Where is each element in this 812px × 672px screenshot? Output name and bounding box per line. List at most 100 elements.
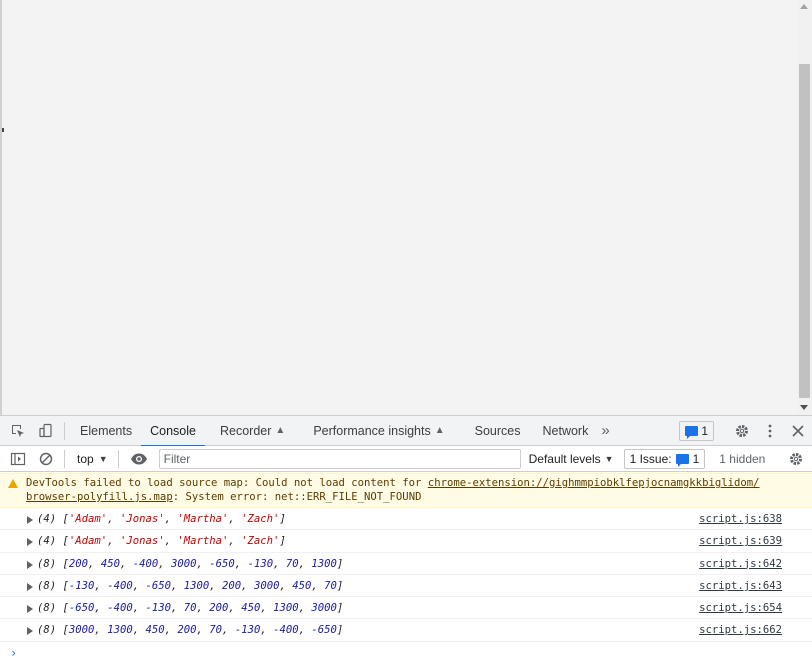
- console-log-row[interactable]: (8) [200, 450, -400, 3000, -650, -130, 7…: [0, 553, 812, 575]
- sidebar-toggle-icon[interactable]: [4, 444, 32, 474]
- console-log-row[interactable]: (8) [-130, -400, -650, 1300, 200, 3000, …: [0, 575, 812, 598]
- expand-triangle-icon[interactable]: [27, 538, 33, 547]
- message-icon: [675, 453, 689, 467]
- source-map-file-link[interactable]: browser-polyfill.js.map: [26, 491, 173, 503]
- tab-console[interactable]: Console: [141, 416, 205, 447]
- source-location-link[interactable]: script.js:662: [699, 619, 782, 641]
- context-label: top: [77, 451, 94, 466]
- array-item: 200: [222, 579, 242, 592]
- issue-count: 1: [692, 451, 700, 466]
- console-log-row[interactable]: (8) [3000, 1300, 450, 200, 70, -130, -40…: [0, 619, 812, 642]
- clear-console-icon[interactable]: [32, 444, 60, 474]
- array-length: (4): [37, 535, 57, 548]
- tab-label: Console: [150, 423, 196, 438]
- toolbar-separator: [64, 421, 65, 440]
- array-item: 'Martha': [177, 535, 229, 548]
- array-item: 1300: [183, 579, 210, 592]
- array-item: 1300: [311, 557, 337, 570]
- levels-label: Default levels: [528, 451, 601, 466]
- source-map-url-link[interactable]: chrome-extension://gighmmpiobklfepjocnam…: [428, 477, 760, 489]
- tab-sources[interactable]: Sources: [466, 416, 530, 446]
- array-item: -130: [68, 579, 95, 592]
- warning-triangle-icon: [8, 479, 18, 488]
- array-item: 450: [145, 624, 165, 637]
- array-preview: (4) ['Adam', 'Jonas', 'Martha', 'Zach']: [37, 513, 286, 525]
- expand-triangle-icon[interactable]: [27, 605, 33, 614]
- array-item: 3000: [171, 557, 197, 570]
- console-log-row[interactable]: (8) [-650, -400, -130, 70, 200, 450, 130…: [0, 597, 812, 620]
- array-item: 'Zach': [241, 513, 280, 525]
- tab-label: Recorder: [219, 423, 272, 438]
- devtools-tabbar: Elements Console Recorder ▲ Performance i…: [0, 416, 812, 447]
- console-log-row[interactable]: (4) ['Adam', 'Jonas', 'Martha', 'Zach'] s…: [0, 530, 812, 553]
- array-item: 1300: [107, 624, 133, 637]
- tab-label: Performance insights: [313, 423, 431, 438]
- message-icon: [685, 426, 699, 439]
- log-levels-dropdown[interactable]: Default levels ▼: [529, 452, 614, 466]
- expand-triangle-icon[interactable]: [27, 582, 33, 591]
- array-item: 200: [209, 602, 229, 615]
- warning-text-prefix: DevTools failed to load source map: Coul…: [26, 477, 428, 489]
- array-item: -650: [145, 579, 171, 592]
- array-item: 'Adam': [68, 513, 108, 525]
- expand-triangle-icon[interactable]: [27, 560, 33, 569]
- array-item: 70: [324, 579, 337, 592]
- page-viewport: [0, 0, 812, 415]
- filter-input[interactable]: [158, 448, 521, 469]
- array-item: -650: [68, 602, 95, 615]
- live-expression-icon[interactable]: [125, 444, 153, 474]
- inspect-element-icon[interactable]: [4, 416, 32, 446]
- array-item: 200: [177, 624, 197, 637]
- console-log-row[interactable]: (4) ['Adam', 'Jonas', 'Martha', 'Zach'] s…: [0, 508, 812, 531]
- array-item: 1300: [273, 602, 299, 615]
- device-toolbar-icon[interactable]: [32, 416, 60, 446]
- expand-triangle-icon[interactable]: [27, 516, 33, 524]
- tab-label: Elements: [80, 423, 133, 438]
- caret-down-icon: ▼: [98, 453, 108, 464]
- tab-elements[interactable]: Elements: [71, 416, 141, 446]
- more-tabs-chevron-icon[interactable]: »: [601, 422, 609, 439]
- issues-button[interactable]: 1 Issue: 1: [623, 448, 706, 469]
- console-prompt-icon[interactable]: ›: [10, 646, 17, 660]
- context-selector[interactable]: top ▼: [71, 452, 114, 466]
- gear-icon[interactable]: [728, 416, 756, 446]
- source-location-link[interactable]: script.js:638: [699, 508, 782, 530]
- array-preview: (8) [-130, -400, -650, 1300, 200, 3000, …: [37, 579, 344, 592]
- console-toolbar: top ▼ Default levels ▼ 1 Issue: 1 1 hidd…: [0, 446, 812, 472]
- tab-label: Network: [542, 423, 589, 438]
- flask-icon: ▲: [434, 425, 445, 436]
- hidden-messages-count: 1 hidden: [719, 451, 766, 466]
- array-item: -130: [247, 557, 274, 570]
- tab-network[interactable]: Network: [534, 416, 598, 446]
- page-scrollbar[interactable]: [797, 0, 812, 415]
- array-item: 450: [241, 602, 261, 615]
- array-item: 70: [209, 624, 223, 637]
- array-item: -400: [107, 579, 133, 592]
- issue-label: 1 Issue:: [629, 451, 672, 466]
- scroll-up-arrow-icon[interactable]: [800, 4, 808, 9]
- source-location-link[interactable]: script.js:654: [699, 597, 782, 619]
- tab-recorder[interactable]: Recorder ▲: [211, 416, 294, 446]
- array-item: 450: [100, 557, 120, 570]
- source-location-link[interactable]: script.js:642: [699, 553, 782, 575]
- array-length: (4): [37, 513, 57, 525]
- console-settings-gear-icon[interactable]: [782, 444, 810, 474]
- array-item: -650: [311, 624, 337, 637]
- close-icon[interactable]: [784, 416, 812, 446]
- array-item: -130: [234, 624, 261, 637]
- expand-triangle-icon[interactable]: [27, 627, 33, 636]
- tab-label: Sources: [474, 423, 521, 438]
- source-location-link[interactable]: script.js:639: [699, 530, 782, 552]
- array-item: 'Jonas': [119, 535, 165, 548]
- toolbar-separator: [64, 449, 65, 468]
- toolbar-separator: [117, 449, 119, 468]
- viewport-edge-mark: [2, 128, 4, 132]
- array-preview: (8) [200, 450, -400, 3000, -650, -130, 7…: [37, 557, 344, 570]
- array-item: -130: [145, 602, 171, 615]
- scroll-down-arrow-icon[interactable]: [800, 405, 808, 410]
- scroll-thumb[interactable]: [799, 64, 810, 398]
- tab-performance-insights[interactable]: Performance insights ▲: [304, 416, 453, 446]
- issues-badge[interactable]: 1: [679, 421, 714, 441]
- kebab-menu-icon[interactable]: [756, 416, 784, 446]
- source-location-link[interactable]: script.js:643: [699, 575, 782, 597]
